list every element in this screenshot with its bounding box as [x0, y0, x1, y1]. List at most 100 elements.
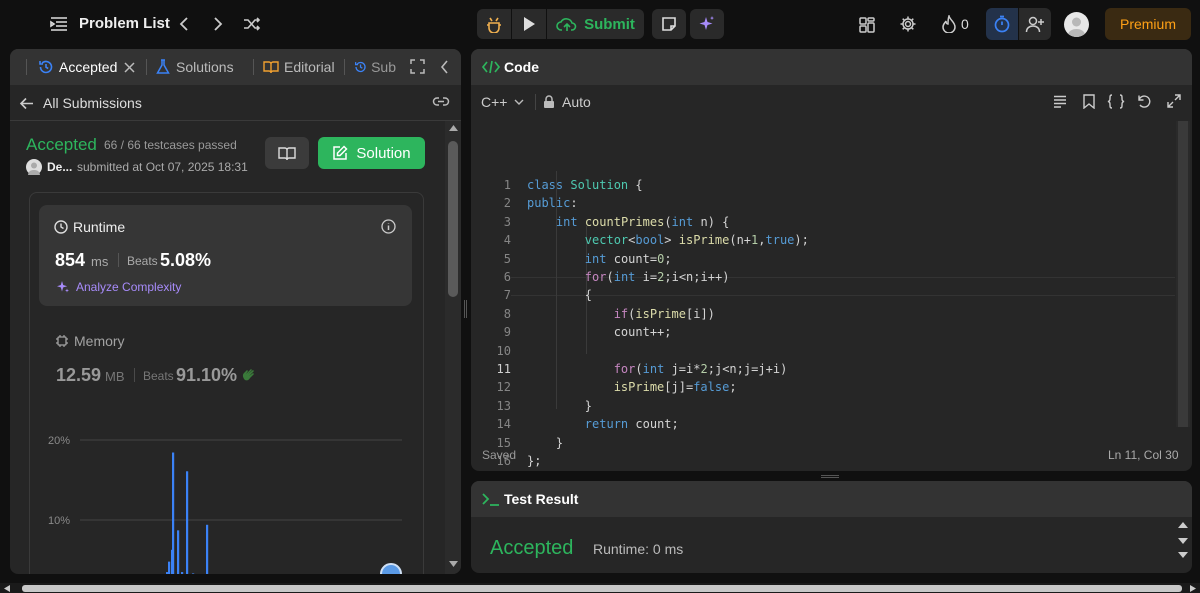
timer-button[interactable]	[986, 8, 1018, 40]
solution-button[interactable]: Solution	[318, 137, 425, 169]
code-line[interactable]: };	[527, 452, 541, 470]
chart-bar[interactable]	[181, 572, 184, 574]
code-line[interactable]: count++;	[527, 323, 672, 341]
next-problem-icon[interactable]	[210, 14, 226, 34]
premium-button[interactable]: Premium	[1105, 8, 1191, 40]
left-scrollbar[interactable]	[445, 121, 461, 574]
memory-title: Memory	[74, 333, 125, 349]
clock-icon	[54, 220, 68, 234]
runtime-beats: 5.08%	[160, 250, 212, 270]
bookmark-icon[interactable]	[1083, 94, 1095, 109]
runtime-card[interactable]: Runtime 854 ms Beats 5.08% Analyze Compl…	[39, 205, 412, 306]
horizontal-splitter[interactable]	[821, 475, 839, 478]
analyze-complexity-link[interactable]: Analyze Complexity	[56, 280, 181, 294]
line-number: 13	[496, 398, 511, 413]
y-tick-label: 10%	[48, 515, 70, 527]
chip-icon	[56, 335, 68, 347]
settings-gear-icon[interactable]	[897, 13, 919, 35]
avatar[interactable]	[1064, 12, 1089, 37]
submit-button[interactable]: Submit	[547, 9, 644, 39]
submission-panel: Accepted Solutions Editorial Sub All Sub…	[10, 49, 461, 574]
test-result-panel: Test Result Accepted Runtime: 0 ms	[471, 481, 1192, 573]
scroll-down-icon[interactable]	[449, 561, 458, 567]
ai-sparkle-button[interactable]	[690, 9, 724, 39]
code-line[interactable]: for(int j=i*2;j<n;j=j+i)	[527, 360, 788, 378]
code-line[interactable]: if(isPrime[i])	[527, 305, 715, 323]
code-title[interactable]: Code	[504, 59, 539, 75]
page-scroll-thumb[interactable]	[22, 585, 1182, 592]
test-result-status: Accepted	[490, 537, 574, 559]
layout-icon[interactable]	[856, 14, 878, 36]
line-number: 12	[496, 380, 511, 395]
vertical-splitter[interactable]	[464, 300, 467, 318]
code-line[interactable]: return count;	[527, 415, 679, 433]
user-avatar[interactable]	[26, 159, 42, 175]
arrow-left-icon	[19, 97, 33, 109]
open-book-icon	[278, 146, 296, 160]
list-icon[interactable]	[48, 14, 70, 34]
braces-icon[interactable]	[1107, 94, 1125, 109]
auto-mode-toggle[interactable]: Auto	[543, 94, 591, 110]
code-line[interactable]: int count=0;	[527, 250, 672, 268]
username[interactable]: De...	[47, 160, 72, 174]
code-line[interactable]: }	[527, 434, 563, 452]
scroll-thumb[interactable]	[448, 141, 458, 297]
code-line[interactable]: class Solution {	[527, 176, 643, 194]
code-line[interactable]: for(int i=2;i<n;i++)	[527, 268, 730, 286]
memory-beats-label: Beats	[143, 369, 174, 383]
code-scrollbar[interactable]	[1176, 121, 1190, 427]
language-select[interactable]: C++	[481, 94, 524, 110]
invite-user-button[interactable]	[1019, 8, 1051, 40]
line-number: 10	[496, 343, 511, 358]
chart-bar[interactable]	[177, 530, 180, 574]
chart-bar[interactable]	[192, 573, 195, 574]
shuffle-icon[interactable]	[241, 14, 263, 34]
code-line[interactable]: int countPrimes(int n) {	[527, 213, 729, 231]
runtime-value: 854	[55, 250, 86, 270]
lock-icon	[544, 95, 554, 108]
flask-icon	[156, 59, 170, 74]
share-link-icon[interactable]	[432, 95, 450, 109]
code-line[interactable]: {	[527, 286, 592, 304]
page-scrollbar[interactable]	[0, 583, 1200, 593]
code-line[interactable]: public:	[527, 194, 578, 212]
tab-editorial[interactable]: Editorial	[263, 58, 335, 76]
code-line[interactable]: isPrime[j]=false;	[527, 378, 737, 396]
memory-card[interactable]: Memory	[55, 333, 125, 349]
code-tab-bar: Code	[471, 49, 1192, 85]
code-line[interactable]: vector<bool> isPrime(n+1,true);	[527, 231, 809, 249]
fullscreen-icon[interactable]	[1167, 94, 1181, 108]
close-tab-icon[interactable]	[124, 61, 135, 73]
tab-solutions[interactable]: Solutions	[156, 58, 234, 76]
note-button[interactable]	[652, 9, 686, 39]
prev-problem-icon[interactable]	[176, 14, 192, 34]
debug-button[interactable]	[477, 9, 511, 39]
back-all-submissions[interactable]: All Submissions	[19, 94, 142, 112]
format-lines-icon[interactable]	[1053, 95, 1067, 108]
test-result-title[interactable]: Test Result	[504, 491, 578, 507]
line-number: 5	[503, 251, 511, 266]
tab-accepted[interactable]: Accepted	[38, 58, 135, 76]
chart-bar[interactable]	[172, 452, 175, 574]
clap-icon	[241, 366, 257, 382]
code-line[interactable]: }	[527, 397, 592, 415]
maximize-icon[interactable]	[410, 59, 425, 74]
chart-bar[interactable]	[206, 524, 209, 574]
submitted-at: submitted at Oct 07, 2025 18:31	[77, 160, 248, 174]
tab-submissions[interactable]: Sub	[354, 58, 396, 76]
top-bar: Problem List Submit 0 Premium	[0, 0, 1200, 48]
chart-bar[interactable]	[166, 572, 169, 574]
streak-fire-icon[interactable]	[939, 13, 959, 35]
code-editor[interactable]: 1 2 3 4 5 6 7 8 9 10 11 12 13 14 15 16 class Solution {…	[471, 125, 1176, 468]
result-scrollbar[interactable]	[1176, 519, 1190, 571]
reset-icon[interactable]	[1137, 94, 1152, 109]
collapse-panel-icon[interactable]	[440, 60, 449, 74]
info-icon[interactable]	[381, 219, 396, 234]
memory-beats: 91.10%	[176, 365, 238, 385]
notebook-button[interactable]	[265, 137, 309, 169]
chart-bar[interactable]	[186, 471, 189, 574]
problem-list-link[interactable]: Problem List	[79, 15, 170, 32]
run-button[interactable]	[512, 9, 546, 39]
chart-bar[interactable]	[168, 561, 171, 574]
scroll-up-icon[interactable]	[449, 125, 458, 131]
